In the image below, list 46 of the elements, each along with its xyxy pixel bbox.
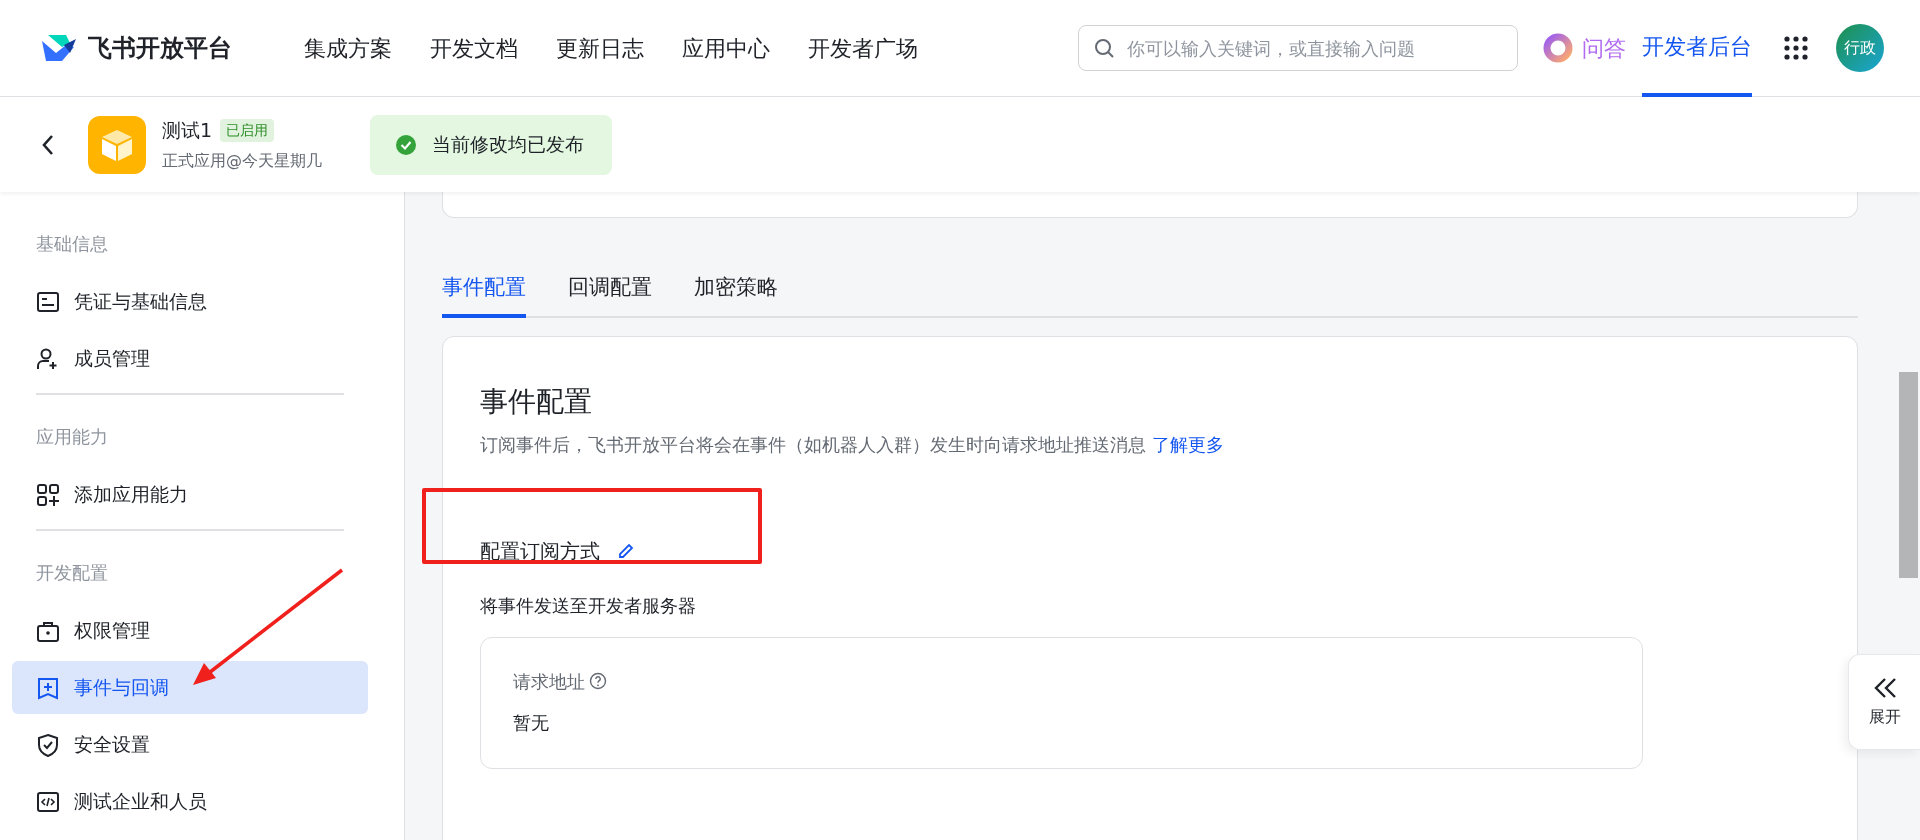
tab[interactable]: 事件配置 bbox=[442, 262, 526, 318]
section-subtitle: 将事件发送至开发者服务器 bbox=[480, 593, 697, 618]
nav-link[interactable]: 开发者广场 bbox=[808, 31, 918, 65]
learn-more-link[interactable]: 了解更多 bbox=[1151, 433, 1224, 455]
status-tag: 已启用 bbox=[220, 119, 275, 142]
nav-link[interactable]: 更新日志 bbox=[556, 31, 644, 65]
shield-check-icon bbox=[36, 732, 60, 757]
section-heading: 配置订阅方式 bbox=[480, 537, 600, 565]
nav-link[interactable]: 开发文档 bbox=[430, 31, 518, 65]
tab[interactable]: 回调配置 bbox=[568, 262, 652, 318]
apps-add-icon bbox=[36, 482, 60, 507]
help-icon[interactable] bbox=[589, 672, 607, 690]
check-circle-icon bbox=[396, 134, 416, 155]
app-name: 测试1 bbox=[162, 118, 213, 144]
bookmark-plus-icon bbox=[36, 675, 60, 700]
brand-name: 飞书开放平台 bbox=[88, 33, 232, 64]
field-label: 请求地址 bbox=[513, 669, 585, 694]
sidebar-item[interactable]: 添加应用能力 bbox=[12, 468, 368, 521]
nav-link[interactable]: 应用中心 bbox=[682, 31, 770, 65]
user-add-icon bbox=[36, 346, 60, 371]
app-icon bbox=[88, 115, 146, 174]
card-title: 事件配置 bbox=[480, 383, 593, 420]
sidebar-item[interactable]: 事件与回调 bbox=[12, 661, 368, 714]
id-card-icon bbox=[36, 289, 60, 314]
search-icon bbox=[1094, 38, 1114, 58]
user-avatar[interactable]: 行政 bbox=[1836, 24, 1884, 72]
ring-icon bbox=[1542, 32, 1574, 64]
app-subtitle: 正式应用@今天星期几 bbox=[162, 149, 322, 172]
nav-link[interactable]: 集成方案 bbox=[304, 31, 392, 65]
expand-button[interactable]: 展开 bbox=[1848, 654, 1920, 750]
sidebar-item[interactable]: 测试企业和人员 bbox=[12, 775, 368, 828]
sidebar-item[interactable]: 成员管理 bbox=[12, 332, 368, 385]
search-field[interactable]: 你可以输入关键词，或直接输入问题 bbox=[1078, 25, 1518, 71]
tab[interactable]: 加密策略 bbox=[694, 262, 778, 318]
apps-grid-icon[interactable] bbox=[1784, 36, 1808, 60]
section-title: 基础信息 bbox=[35, 232, 109, 256]
sidebar-item[interactable]: 凭证与基础信息 bbox=[12, 275, 368, 328]
code-window-icon bbox=[36, 789, 60, 814]
section-title: 应用能力 bbox=[35, 425, 109, 449]
field-value: 暂无 bbox=[513, 710, 550, 735]
scrollbar-thumb[interactable] bbox=[1899, 372, 1918, 578]
card-description: 订阅事件后，飞书开放平台将会在事件（如机器人入群）发生时向请求地址推送消息 了解更多 bbox=[480, 432, 1225, 457]
sidebar-item[interactable]: 权限管理 bbox=[12, 604, 368, 657]
banner-text: 当前修改均已发布 bbox=[432, 132, 584, 158]
sidebar-item[interactable]: 安全设置 bbox=[12, 718, 368, 771]
section-title: 开发配置 bbox=[35, 561, 109, 585]
